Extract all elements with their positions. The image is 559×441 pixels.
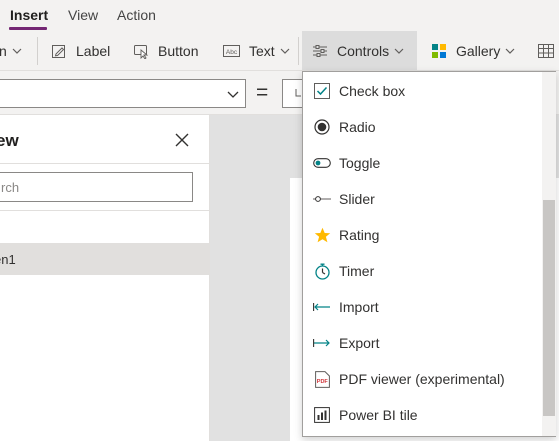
menu-item-export[interactable]: Export (303, 325, 541, 361)
controls-button-text: Controls (337, 42, 390, 59)
menu-item-rating[interactable]: Rating (303, 217, 541, 253)
menu-item-pdf-viewer[interactable]: PDF PDF viewer (experimental) (303, 361, 541, 397)
label-pencil-icon (50, 42, 68, 60)
checkbox-icon (313, 82, 331, 100)
svg-text:Abc: Abc (226, 49, 238, 56)
tab-insert[interactable]: Insert (10, 7, 48, 23)
tree-item-label: en1 (0, 252, 16, 267)
controls-sliders-icon (311, 42, 329, 60)
new-screen-button[interactable]: n (0, 31, 22, 70)
pdf-icon: PDF (313, 370, 331, 388)
timer-icon (313, 262, 331, 280)
button-button[interactable]: Button (132, 31, 198, 70)
export-arrow-icon (313, 334, 331, 352)
chevron-down-icon (505, 46, 515, 56)
slider-icon (313, 190, 331, 208)
property-dropdown[interactable] (0, 79, 246, 108)
svg-text:PDF: PDF (316, 379, 328, 385)
ribbon-divider (37, 37, 38, 65)
chevron-down-icon (394, 46, 404, 56)
data-table-button[interactable] (537, 31, 559, 70)
menu-item-label: Rating (339, 227, 380, 243)
gallery-grid-icon (430, 42, 448, 60)
chevron-down-icon (280, 46, 290, 56)
tab-view[interactable]: View (68, 7, 98, 23)
search-input[interactable]: rch (0, 172, 193, 202)
button-button-text: Button (158, 42, 199, 59)
tab-action[interactable]: Action (117, 7, 156, 23)
chevron-down-icon (12, 46, 22, 56)
ribbon-divider (298, 37, 299, 65)
menu-item-radio[interactable]: Radio (303, 109, 541, 145)
powerbi-icon (313, 406, 331, 424)
menu-bar: Insert View Action (0, 0, 559, 31)
menu-item-label: Toggle (339, 155, 381, 171)
close-icon[interactable] (174, 132, 192, 150)
divider (0, 163, 210, 164)
gallery-button[interactable]: Gallery (430, 31, 515, 70)
divider (0, 210, 210, 211)
text-button-text: Text (249, 42, 275, 59)
menu-item-label: Timer (339, 263, 375, 279)
menu-item-label: PDF viewer (experimental) (339, 371, 505, 387)
tree-item-screen1[interactable]: en1 (0, 243, 210, 275)
label-button[interactable]: Label (50, 31, 110, 70)
controls-button[interactable]: Controls (302, 31, 417, 70)
menu-item-label: Import (339, 299, 379, 315)
search-placeholder: rch (1, 180, 20, 195)
menu-item-label: Export (339, 335, 380, 351)
menu-item-check-box[interactable]: Check box (303, 73, 541, 109)
menu-item-timer[interactable]: Timer (303, 253, 541, 289)
text-abc-icon: Abc (223, 42, 241, 60)
menu-item-label: Radio (339, 119, 376, 135)
active-tab-indicator (9, 27, 47, 30)
menu-item-label: Slider (339, 191, 375, 207)
label-button-text: Label (76, 42, 111, 59)
gallery-button-text: Gallery (456, 42, 501, 59)
chevron-down-icon (227, 87, 239, 105)
text-button[interactable]: Abc Text (223, 31, 290, 70)
table-icon (537, 42, 555, 60)
new-screen-label: n (0, 42, 7, 59)
menu-item-toggle[interactable]: Toggle (303, 145, 541, 181)
button-cursor-icon (132, 42, 150, 60)
tree-view-pane: ew rch en1 (0, 115, 210, 441)
equals-sign: = (256, 81, 269, 104)
import-arrow-icon (313, 298, 331, 316)
tree-view-title: ew (0, 131, 19, 150)
menu-item-label: Power BI tile (339, 407, 418, 423)
ribbon: n Label Button Abc Text Controls Gallery (0, 31, 559, 71)
menu-item-import[interactable]: Import (303, 289, 541, 325)
menu-item-slider[interactable]: Slider (303, 181, 541, 217)
menu-item-label: Check box (339, 83, 406, 99)
radio-icon (313, 118, 331, 136)
dropdown-scrollbar-thumb[interactable] (543, 200, 555, 416)
menu-item-power-bi-tile[interactable]: Power BI tile (303, 397, 541, 433)
toggle-icon (313, 154, 331, 172)
star-icon (313, 226, 331, 244)
controls-dropdown-menu: Check box Radio Toggle Slider Rating Tim… (302, 71, 556, 437)
